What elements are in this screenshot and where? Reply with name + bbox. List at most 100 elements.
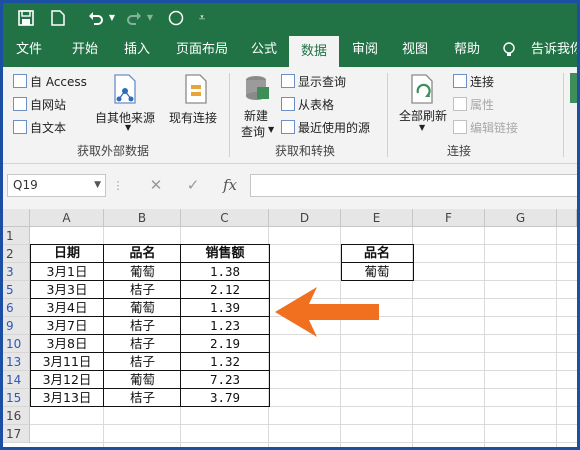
row-header-5[interactable]: 5 [3,281,30,299]
column-header-b[interactable]: B [104,209,181,227]
table-cell[interactable]: 1.39 [181,299,269,317]
table-cell[interactable]: 3月12日 [30,371,104,389]
connections-button[interactable]: 连接 [453,73,494,90]
formula-input[interactable] [250,174,577,197]
from-text-button[interactable]: 自文本 [13,119,66,136]
row-header-16[interactable]: 16 [3,407,30,425]
tab-home[interactable]: 开始 [63,33,107,67]
table-header-sales[interactable]: 销售额 [181,245,269,263]
tab-formulas[interactable]: 公式 [243,33,285,67]
row-header-10[interactable]: 10 [3,335,30,353]
table-cell[interactable]: 3.79 [181,389,269,407]
table-row-border [30,298,269,299]
tab-view[interactable]: 视图 [395,33,435,67]
circle-icon[interactable] [165,7,187,29]
insert-function-icon[interactable]: fx [215,174,245,197]
undo-dropdown-icon[interactable]: ▼ [107,7,117,29]
criteria-value[interactable]: 葡萄 [341,263,413,281]
web-icon [13,97,27,111]
select-all-corner[interactable] [3,209,30,227]
table-cell[interactable]: 葡萄 [104,371,181,389]
table-cell[interactable]: 3月11日 [30,353,104,371]
column-header-h[interactable] [557,209,577,227]
edit-links-button[interactable]: 编辑链接 [453,119,518,136]
column-header-f[interactable]: F [413,209,485,227]
column-header-e[interactable]: E [341,209,413,227]
tab-review[interactable]: 审阅 [345,33,385,67]
table-cell[interactable]: 桔子 [104,389,181,407]
new-doc-icon[interactable] [47,7,69,29]
row-header-9[interactable]: 9 [3,317,30,335]
ribbon-overflow-icon[interactable] [570,73,577,103]
refresh-all-icon [408,73,438,107]
column-header-d[interactable]: D [269,209,341,227]
tab-page-layout[interactable]: 页面布局 [169,33,235,67]
row-header-15[interactable]: 15 [3,389,30,407]
tab-file[interactable]: 文件 [9,33,49,67]
table-header-product[interactable]: 品名 [104,245,181,263]
existing-connections-button[interactable]: 现有连接 [169,109,217,126]
cancel-icon[interactable]: ✕ [141,174,171,197]
undo-icon[interactable] [85,7,107,29]
column-header-g[interactable]: G [485,209,557,227]
table-header-date[interactable]: 日期 [30,245,104,263]
from-access-button[interactable]: 自 Access [13,73,87,90]
row-header-2[interactable]: 2 [3,245,30,263]
table-cell[interactable]: 3月13日 [30,389,104,407]
row-header-1[interactable]: 1 [3,227,30,245]
name-box[interactable]: Q19 ▼ [7,174,106,197]
table-cell[interactable]: 桔子 [104,317,181,335]
table-cell[interactable]: 1.23 [181,317,269,335]
table-cell[interactable]: 1.32 [181,353,269,371]
table-cell[interactable]: 桔子 [104,335,181,353]
table-cell[interactable]: 3月4日 [30,299,104,317]
enter-icon[interactable]: ✓ [178,174,208,197]
arrow-annotation [275,287,379,337]
from-table-button[interactable]: 从表格 [281,96,334,113]
tab-help[interactable]: 帮助 [447,33,487,67]
row-header-17[interactable]: 17 [3,425,30,443]
redo-dropdown-icon[interactable]: ▼ [145,7,155,29]
gridline [556,227,557,447]
clock-icon [281,120,295,134]
properties-button[interactable]: 属性 [453,96,494,113]
column-header-a[interactable]: A [30,209,104,227]
table-cell[interactable]: 3月8日 [30,335,104,353]
table-cell[interactable]: 3月1日 [30,263,104,281]
column-header-c[interactable]: C [181,209,269,227]
link-icon [453,74,467,88]
tell-me-search[interactable]: 告诉我你 [531,33,577,67]
table-cell[interactable]: 桔子 [104,353,181,371]
tab-data[interactable]: 数据 [289,36,339,67]
table-col-border [180,244,181,407]
show-queries-button[interactable]: 显示查询 [281,73,346,90]
lightbulb-icon[interactable] [499,33,519,67]
table-cell[interactable]: 1.38 [181,263,269,281]
from-web-button[interactable]: 自网站 [13,96,66,113]
row-header-6[interactable]: 6 [3,299,30,317]
table-cell[interactable]: 葡萄 [104,299,181,317]
criteria-header[interactable]: 品名 [341,245,413,263]
row-header-13[interactable]: 13 [3,353,30,371]
gridline [30,424,577,425]
new-query-label-2[interactable]: 查询 [241,123,265,140]
redo-icon[interactable] [123,7,145,29]
properties-icon [453,97,467,111]
table-cell[interactable]: 桔子 [104,281,181,299]
row-header-3[interactable]: 3 [3,263,30,281]
table-cell[interactable]: 3月3日 [30,281,104,299]
table-cell[interactable]: 2.12 [181,281,269,299]
table-cell[interactable]: 葡萄 [104,263,181,281]
row-header-14[interactable]: 14 [3,371,30,389]
table-cell[interactable]: 7.23 [181,371,269,389]
refresh-all-button[interactable]: 全部刷新 [399,107,447,124]
chevron-down-icon[interactable]: ▼ [94,175,101,196]
recent-sources-button[interactable]: 最近使用的源 [281,119,370,136]
new-query-label-1[interactable]: 新建 [244,107,268,124]
save-icon[interactable] [15,7,37,29]
customize-icon[interactable]: ⩡ [195,7,209,29]
table-col-border [103,244,104,407]
table-cell[interactable]: 3月7日 [30,317,104,335]
tab-insert[interactable]: 插入 [117,33,157,67]
table-cell[interactable]: 2.19 [181,335,269,353]
